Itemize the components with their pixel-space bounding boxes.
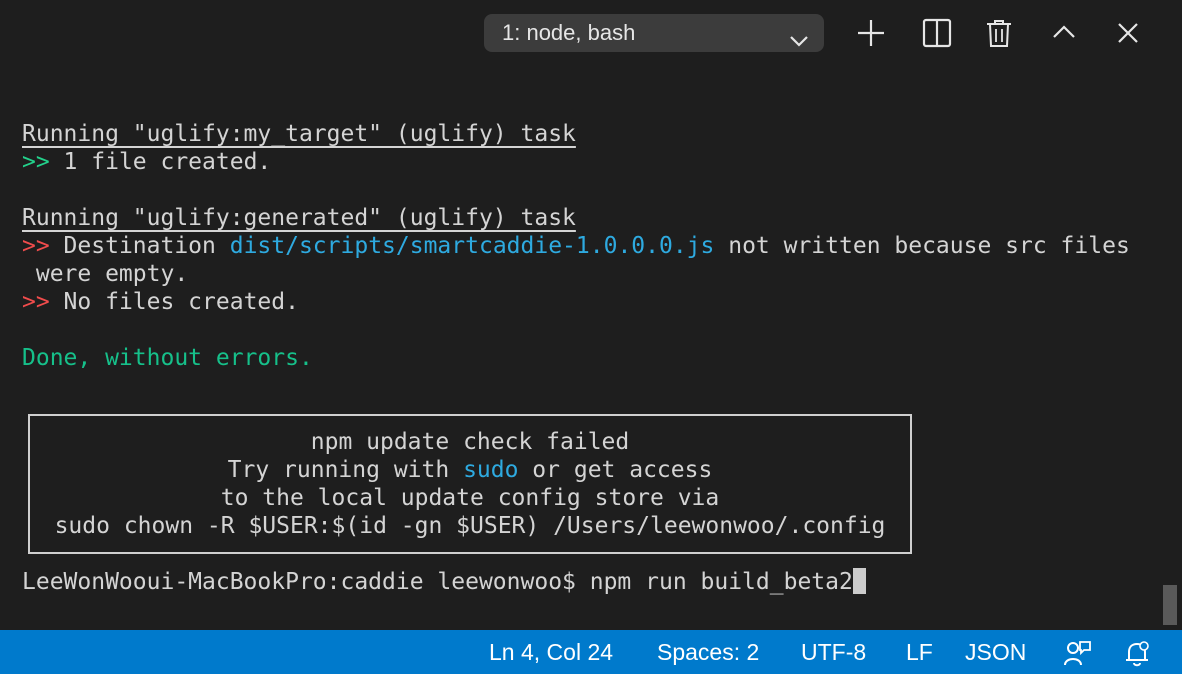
terminal-select[interactable]: 1: node, bash xyxy=(484,14,824,52)
npm-box-line: to the local update config store via xyxy=(220,485,720,511)
bell-icon[interactable] xyxy=(1122,638,1152,668)
npm-box-text: or get access xyxy=(518,457,713,483)
terminal-line: >> No files created. xyxy=(22,288,299,316)
terminal-line: >> Destination dist/scripts/smartcaddie-… xyxy=(22,232,1130,260)
line-text: Destination xyxy=(49,233,230,259)
terminal-line: were empty. xyxy=(22,261,189,287)
line-text: 1 file created. xyxy=(49,149,272,175)
trash-icon xyxy=(982,16,1016,50)
close-icon xyxy=(1111,16,1145,50)
terminal-toolbar: 1: node, bash xyxy=(0,0,1182,66)
prompt-marker: >> xyxy=(22,233,50,259)
shell-prompt-line: LeeWonWooui-MacBookPro:caddie leewonwoo$… xyxy=(22,568,866,596)
cursor-position[interactable]: Ln 4, Col 24 xyxy=(489,630,613,674)
npm-box-text: Try running with xyxy=(227,457,464,483)
prompt-marker: >> xyxy=(22,289,50,315)
language-mode[interactable]: JSON xyxy=(965,630,1026,674)
end-of-line[interactable]: LF xyxy=(906,630,933,674)
terminal-line: Running "uglify:my_target" (uglify) task xyxy=(22,121,576,147)
kill-terminal-button[interactable] xyxy=(982,16,1016,50)
line-text: No files created. xyxy=(49,289,299,315)
line-text: not written because src files xyxy=(714,233,1130,259)
npm-update-box: npm update check failed Try running with… xyxy=(28,414,912,554)
npm-box-command: sudo chown -R $USER:$(id -gn $USER) /Use… xyxy=(54,513,886,539)
status-bar: Ln 4, Col 24 Spaces: 2 UTF-8 LF JSON xyxy=(0,630,1182,674)
text-cursor xyxy=(852,568,866,594)
npm-box-title: npm update check failed xyxy=(310,429,630,455)
file-path: dist/scripts/smartcaddie-1.0.0.0.js xyxy=(229,233,715,259)
terminal-line: >> 1 file created. xyxy=(22,148,271,176)
split-icon xyxy=(920,16,954,50)
split-terminal-button[interactable] xyxy=(920,16,954,50)
npm-box-sudo: sudo xyxy=(463,457,519,483)
feedback-icon[interactable] xyxy=(1062,638,1092,668)
scrollbar[interactable] xyxy=(1163,585,1177,625)
new-terminal-button[interactable] xyxy=(854,16,888,50)
prompt-marker: >> xyxy=(22,149,50,175)
shell-prompt: LeeWonWooui-MacBookPro:caddie leewonwoo$… xyxy=(22,569,853,595)
terminal-select-label: 1: node, bash xyxy=(502,20,636,45)
done-message: Done, without errors. xyxy=(22,345,313,371)
npm-box-line: Try running with sudo or get access xyxy=(30,456,910,484)
close-panel-button[interactable] xyxy=(1111,16,1145,50)
encoding[interactable]: UTF-8 xyxy=(801,630,866,674)
terminal-output[interactable]: Running "uglify:my_target" (uglify) task… xyxy=(0,66,1160,630)
chevron-down-icon xyxy=(788,24,810,47)
maximize-panel-button[interactable] xyxy=(1047,16,1081,50)
chevron-up-icon xyxy=(1047,16,1081,50)
indentation[interactable]: Spaces: 2 xyxy=(657,630,759,674)
terminal-line: Running "uglify:generated" (uglify) task xyxy=(22,205,576,231)
plus-icon xyxy=(854,16,888,50)
